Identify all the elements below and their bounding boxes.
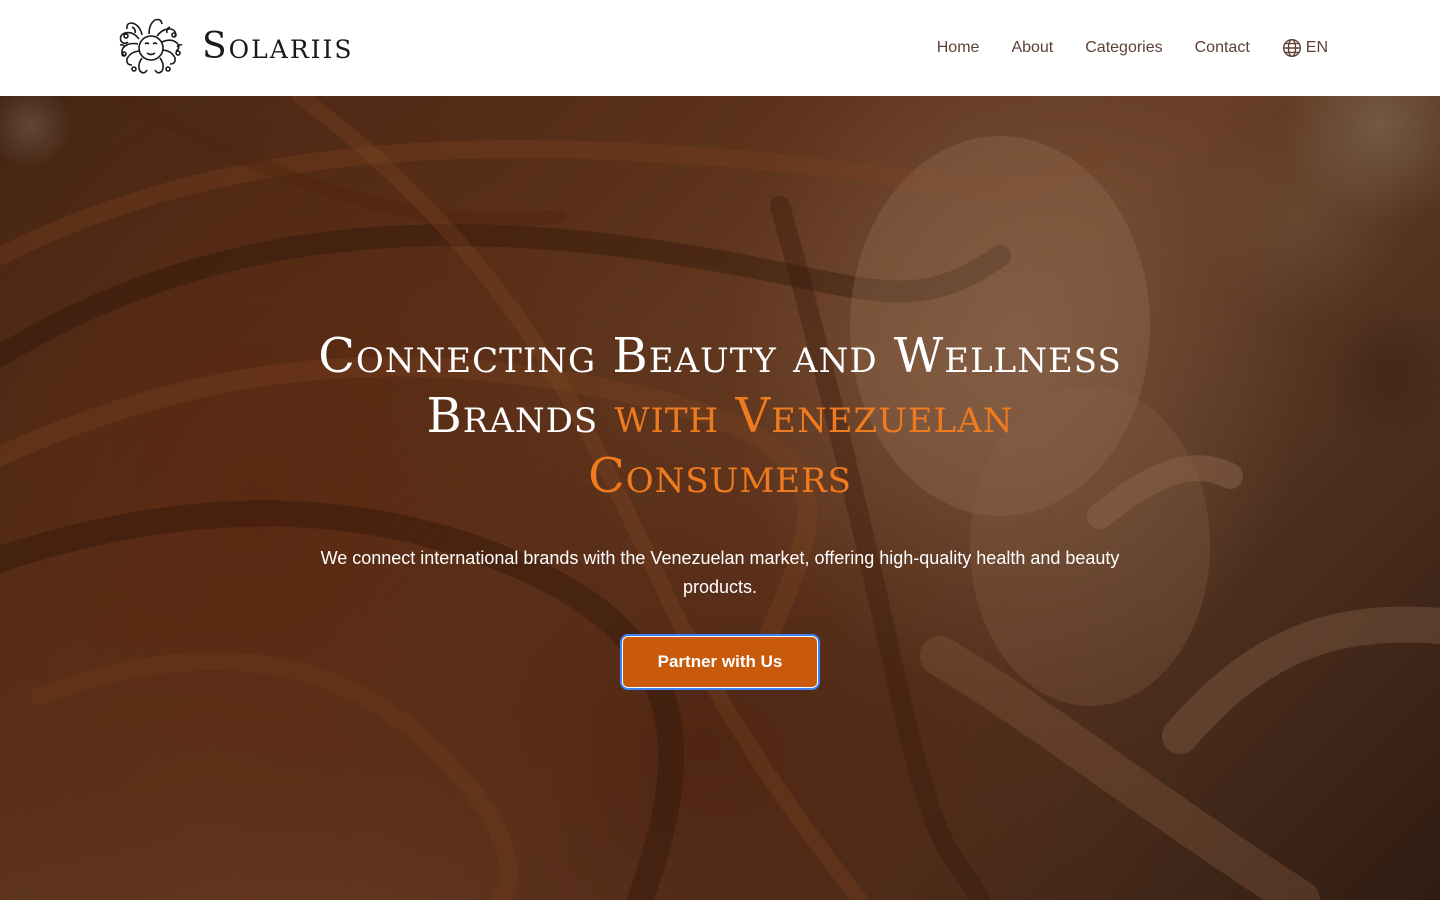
- language-label: EN: [1305, 39, 1328, 56]
- nav-about-link[interactable]: About: [1011, 39, 1053, 57]
- nav-categories-link[interactable]: Categories: [1085, 39, 1162, 57]
- brand-name: Solariis: [202, 26, 354, 67]
- hero-title-line1: Connecting Beauty and Wellness: [318, 328, 1122, 384]
- language-selector[interactable]: EN: [1282, 38, 1328, 58]
- medusa-logo-icon: [119, 18, 183, 74]
- brand-logo-link[interactable]: Solariis: [112, 17, 354, 79]
- site-header: Solariis Home About Categories Contact E…: [0, 0, 1440, 96]
- hero-title-accent-2: Consumers: [588, 448, 852, 504]
- hero-content: Connecting Beauty and Wellness Brands wi…: [0, 96, 1440, 900]
- hero-title-brands: Brands: [426, 388, 599, 444]
- hero-subtitle: We connect international brands with the…: [320, 548, 1120, 597]
- globe-icon: [1282, 38, 1301, 58]
- main-nav: Home About Categories Contact EN: [937, 38, 1328, 58]
- hero-title: Connecting Beauty and Wellness Brands wi…: [270, 326, 1170, 506]
- hero-section: Connecting Beauty and Wellness Brands wi…: [0, 96, 1440, 900]
- partner-with-us-button[interactable]: Partner with Us: [620, 634, 820, 690]
- hero-title-accent-1: with Venezuelan: [614, 388, 1014, 444]
- nav-home-link[interactable]: Home: [937, 39, 980, 57]
- nav-contact-link[interactable]: Contact: [1195, 39, 1250, 57]
